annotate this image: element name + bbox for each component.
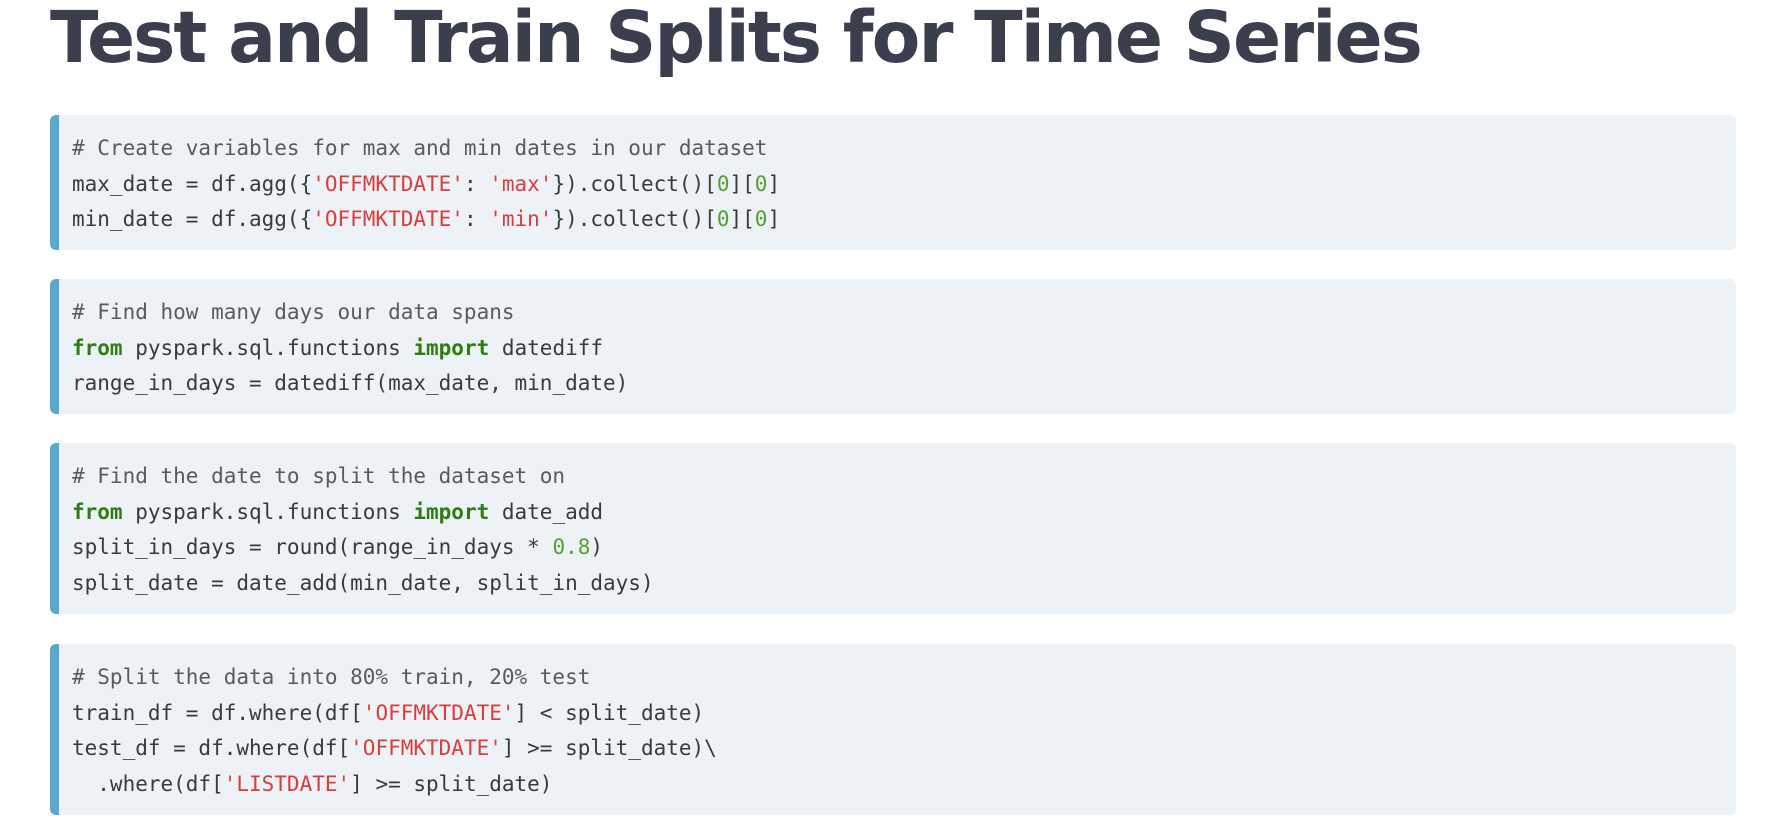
code-line: min_date = df.agg({'OFFMKTDATE': 'min'})… xyxy=(72,202,1736,238)
code-number: 0 xyxy=(716,207,730,231)
code-number: 0.8 xyxy=(552,535,591,559)
code-text: split_in_days = round(range_in_days * xyxy=(72,535,553,559)
code-text: ) xyxy=(590,535,604,559)
code-keyword: from xyxy=(72,335,123,360)
code-text: split_date = date_add(min_date, split_in… xyxy=(72,570,654,595)
code-text: : xyxy=(463,171,490,196)
code-string: 'min' xyxy=(489,207,553,231)
code-line: train_df = df.where(df['OFFMKTDATE'] < s… xyxy=(72,696,1736,732)
code-text: date_add xyxy=(489,499,604,524)
code-comment: # Create variables for max and min dates… xyxy=(72,136,768,160)
code-line: # Create variables for max and min dates… xyxy=(72,131,1736,167)
code-text: : xyxy=(463,207,490,231)
code-text: test_df = df.where(df[ xyxy=(72,736,351,760)
code-line: .where(df['LISTDATE'] >= split_date) xyxy=(72,767,1736,803)
code-text: .where(df[ xyxy=(72,771,224,796)
code-text: ] xyxy=(767,207,781,231)
code-keyword: from xyxy=(72,499,123,524)
code-line: # Find the date to split the dataset on xyxy=(72,459,1736,495)
code-string: 'OFFMKTDATE' xyxy=(350,736,502,760)
code-text: range_in_days = datediff(max_date, min_d… xyxy=(72,371,629,395)
code-line: from pyspark.sql.functions import datedi… xyxy=(72,331,1736,367)
code-comment: # Find how many days our data spans xyxy=(72,300,515,324)
code-text: ] < split_date) xyxy=(514,700,705,725)
code-string: 'OFFMKTDATE' xyxy=(312,171,464,196)
code-number: 0 xyxy=(754,171,768,196)
code-text: ] >= split_date)\ xyxy=(501,736,717,760)
code-text: ] xyxy=(767,171,781,196)
code-line: # Split the data into 80% train, 20% tes… xyxy=(72,660,1736,696)
code-text: pyspark.sql.functions xyxy=(122,335,414,360)
code-line: max_date = df.agg({'OFFMKTDATE': 'max'})… xyxy=(72,167,1736,203)
code-text: train_df = df.where(df[ xyxy=(72,700,363,725)
code-text: ] >= split_date) xyxy=(350,771,553,796)
code-text: datediff xyxy=(489,335,604,360)
code-text: }).collect()[ xyxy=(552,171,717,196)
code-comment: # Split the data into 80% train, 20% tes… xyxy=(72,665,591,689)
code-block-split-date: # Find the date to split the dataset on f… xyxy=(50,443,1736,614)
code-string: 'OFFMKTDATE' xyxy=(362,700,515,725)
code-comment: # Find the date to split the dataset on xyxy=(72,464,566,488)
code-text: ][ xyxy=(729,171,755,196)
code-block-date-range: # Create variables for max and min dates… xyxy=(50,115,1736,250)
code-block-datediff: # Find how many days our data spans from … xyxy=(50,279,1736,414)
code-line: range_in_days = datediff(max_date, min_d… xyxy=(72,366,1736,402)
code-text: max_date = df.agg({ xyxy=(72,171,313,196)
code-text: pyspark.sql.functions xyxy=(122,499,414,524)
code-text: ][ xyxy=(729,207,755,231)
code-block-train-test-split: # Split the data into 80% train, 20% tes… xyxy=(50,644,1736,815)
code-number: 0 xyxy=(716,171,730,196)
code-text: }).collect()[ xyxy=(552,207,717,231)
code-keyword: import xyxy=(413,335,490,360)
code-string: 'LISTDATE' xyxy=(223,771,351,796)
code-text: min_date = df.agg({ xyxy=(72,207,313,231)
code-line: # Find how many days our data spans xyxy=(72,295,1736,331)
code-number: 0 xyxy=(754,207,768,231)
code-line: test_df = df.where(df['OFFMKTDATE'] >= s… xyxy=(72,731,1736,767)
code-string: 'OFFMKTDATE' xyxy=(312,207,464,231)
code-line: from pyspark.sql.functions import date_a… xyxy=(72,495,1736,531)
page-title: Test and Train Splits for Time Series xyxy=(50,0,1423,79)
code-string: 'max' xyxy=(489,171,553,196)
code-line: split_in_days = round(range_in_days * 0.… xyxy=(72,530,1736,566)
code-keyword: import xyxy=(413,499,490,524)
code-line: split_date = date_add(min_date, split_in… xyxy=(72,566,1736,602)
